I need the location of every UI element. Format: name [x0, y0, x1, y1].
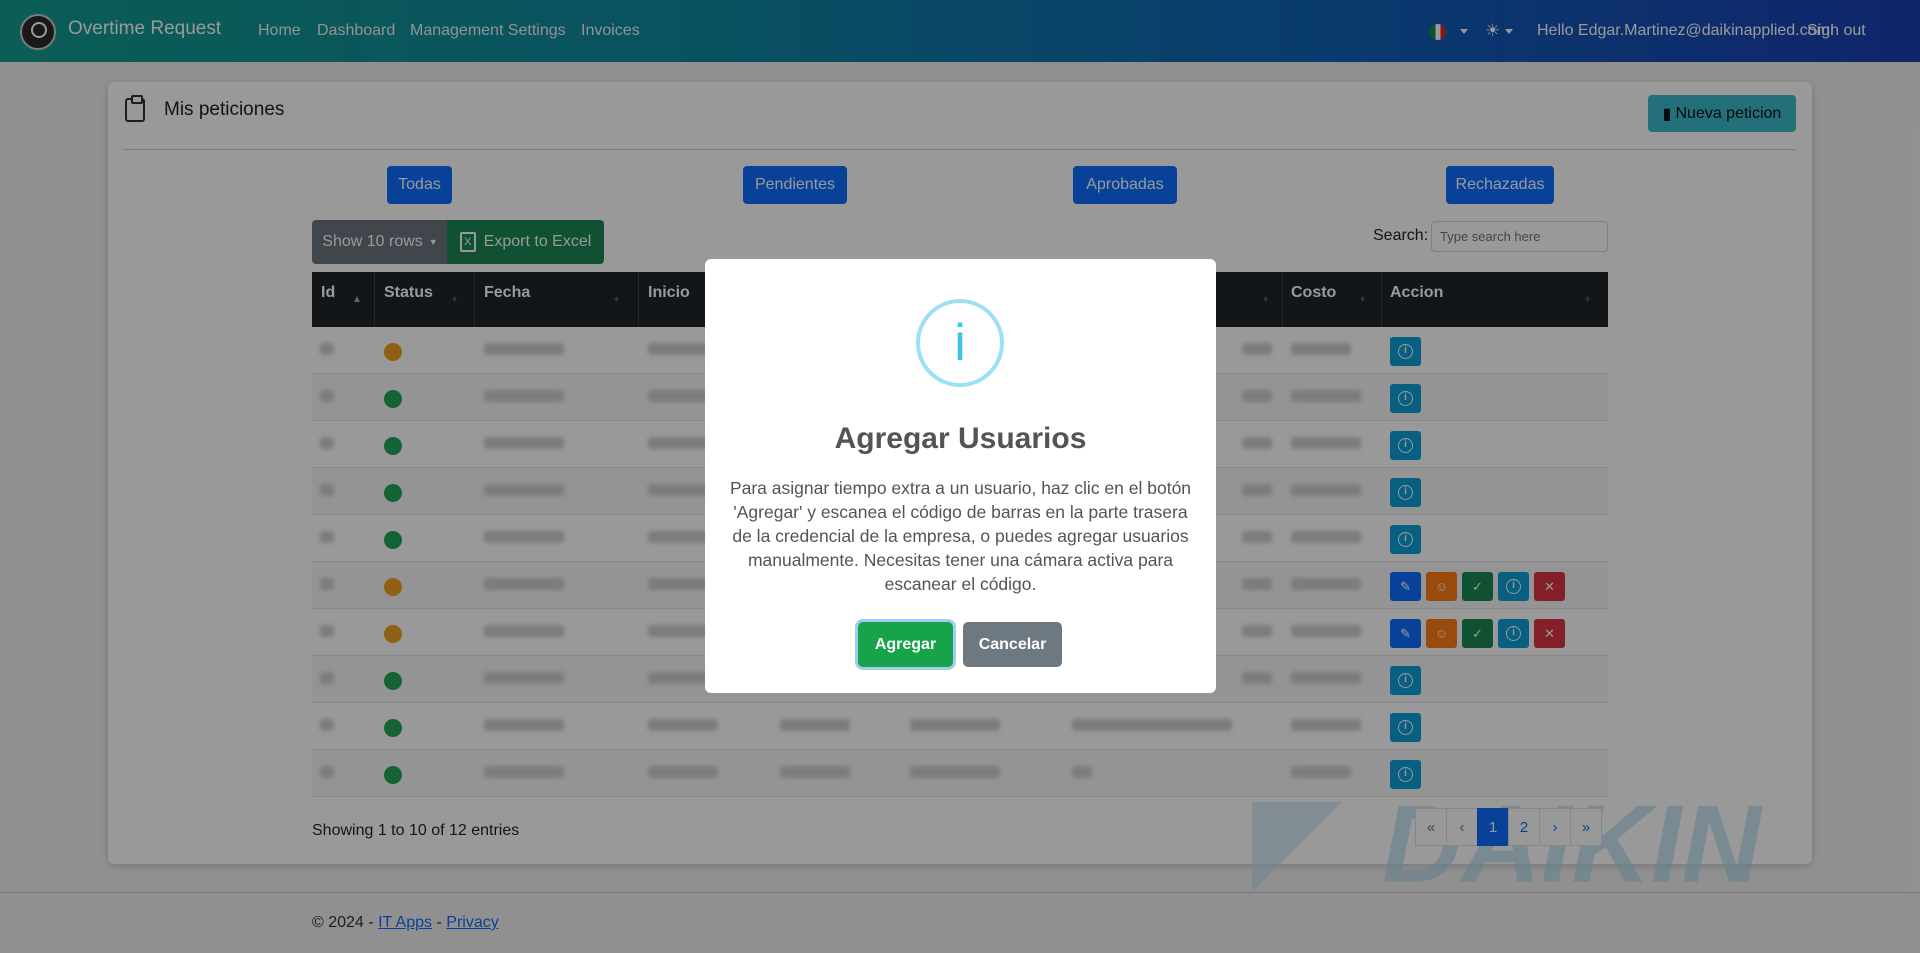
- dialog-message: Para asignar tiempo extra a un usuario, …: [729, 478, 1192, 594]
- info-icon: i: [916, 299, 1004, 387]
- cancelar-button[interactable]: Cancelar: [963, 622, 1062, 667]
- dialog-title: Agregar Usuarios: [834, 422, 1087, 455]
- agregar-button[interactable]: Agregar: [858, 622, 953, 667]
- add-users-dialog: i Agregar Usuarios Para asignar tiempo e…: [705, 259, 1216, 693]
